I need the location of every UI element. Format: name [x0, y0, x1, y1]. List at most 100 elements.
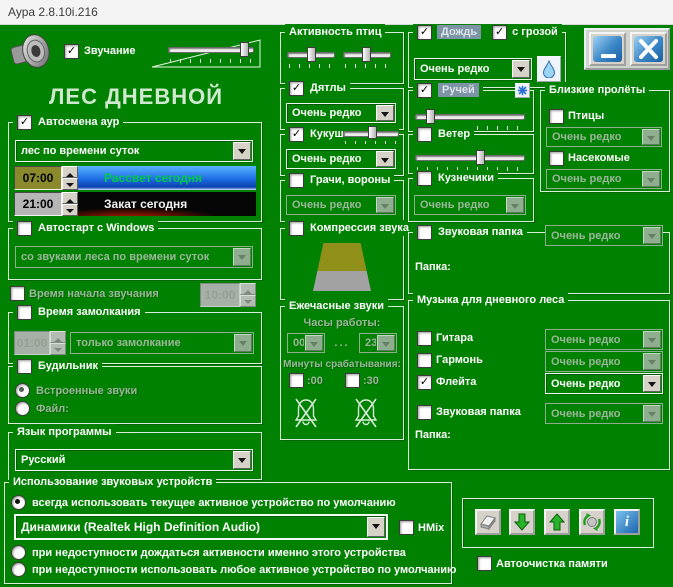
- woodpeckers-frequency-select[interactable]: Очень редко: [286, 103, 396, 123]
- grasshoppers-label: Кузнечики: [438, 172, 495, 184]
- compression-checkbox[interactable]: ✓: [289, 220, 304, 236]
- harmonica-checkbox[interactable]: ✓: [417, 353, 432, 368]
- chevron-down-icon: [642, 171, 660, 187]
- volume-slider[interactable]: [168, 42, 254, 64]
- slider-thumb[interactable]: [368, 126, 378, 139]
- silence-mode-value: только замолкание: [76, 337, 181, 349]
- cuckoos-checkbox[interactable]: ✓: [289, 126, 304, 142]
- speaker-icon: [8, 30, 56, 77]
- cuckoos-volume-slider[interactable]: [343, 126, 399, 144]
- group-alarm: ✓ Будильник Встроенные звуки Файл:: [8, 358, 262, 424]
- spin-down-icon[interactable]: [62, 204, 78, 216]
- insects-frequency-select: Очень редко: [546, 169, 662, 189]
- rooks-frequency-select: Очень редко: [286, 195, 396, 215]
- info-icon: i: [624, 513, 630, 530]
- spin-down-icon: [50, 343, 66, 355]
- close-button[interactable]: [630, 32, 667, 66]
- spin-up-icon[interactable]: [62, 166, 78, 178]
- titlebar: Аура 2.8.10i.216: [0, 0, 673, 25]
- alarm-builtin-label: Встроенные звуки: [36, 384, 138, 397]
- guitar-frequency-value: Очень редко: [551, 333, 621, 346]
- language-select[interactable]: Русский: [15, 449, 253, 471]
- rain-checkbox[interactable]: ✓: [417, 24, 432, 40]
- chevron-down-icon[interactable]: [643, 375, 661, 392]
- cuckoos-frequency-value: Очень редко: [292, 153, 362, 165]
- autoswitch-mode-select[interactable]: лес по времени суток: [15, 140, 253, 162]
- wind-checkbox[interactable]: ✓: [417, 126, 432, 142]
- music-folder-frequency-select: Очень редко: [545, 403, 663, 424]
- rain-frequency-select[interactable]: Очень редко: [414, 58, 532, 80]
- bird-activity-slider-1[interactable]: [287, 47, 335, 69]
- alarm-checkbox[interactable]: ✓: [17, 358, 32, 374]
- stream-settings-button[interactable]: [515, 83, 530, 98]
- device-select[interactable]: Динамики (Realtek High Definition Audio): [14, 514, 388, 540]
- group-hourly: Ежечасные звуки Часы работы: 00 ... 23 М…: [280, 298, 404, 440]
- chevron-down-icon[interactable]: [376, 151, 394, 167]
- harmonica-frequency-value: Очень редко: [551, 355, 621, 368]
- key-button[interactable]: [475, 509, 501, 535]
- chevron-down-icon[interactable]: [233, 451, 251, 469]
- chevron-down-icon[interactable]: [376, 105, 394, 121]
- rooks-checkbox[interactable]: ✓: [289, 172, 304, 188]
- autoclean-checkbox[interactable]: ✓: [477, 556, 492, 571]
- device-wait-radio[interactable]: [11, 545, 26, 560]
- device-always-radio[interactable]: [11, 495, 26, 510]
- chevron-down-icon[interactable]: [512, 60, 530, 78]
- water-drop-icon: [542, 60, 556, 78]
- window-buttons-panel: [584, 28, 670, 70]
- refresh-button[interactable]: [579, 509, 605, 535]
- volume-slider-thumb[interactable]: [240, 42, 250, 57]
- chevron-down-icon[interactable]: [367, 517, 385, 537]
- guitar-frequency-select: Очень редко: [545, 329, 663, 350]
- flyby-birds-checkbox[interactable]: ✓: [549, 109, 564, 124]
- autoswitch-checkbox[interactable]: ✓: [17, 114, 32, 130]
- export-button[interactable]: [544, 509, 570, 535]
- cuckoos-frequency-select[interactable]: Очень редко: [286, 149, 396, 169]
- grasshoppers-checkbox[interactable]: ✓: [417, 170, 432, 186]
- spin-up-icon[interactable]: [62, 192, 78, 204]
- compression-indicator: [313, 243, 371, 291]
- alarm-builtin-radio[interactable]: [15, 383, 30, 398]
- minimize-button[interactable]: [589, 32, 626, 66]
- check-icon: ✓: [419, 25, 430, 38]
- hmix-checkbox[interactable]: ✓: [399, 520, 414, 535]
- import-button[interactable]: [509, 509, 535, 535]
- hour-from-select: 00: [287, 333, 325, 353]
- minute-30-checkbox[interactable]: ✓: [345, 373, 360, 388]
- flute-checkbox[interactable]: ✓: [417, 375, 432, 390]
- bird-activity-slider-2[interactable]: [343, 47, 391, 69]
- insects-checkbox[interactable]: ✓: [549, 151, 564, 166]
- stream-label: Ручей: [438, 83, 479, 97]
- chevron-down-icon[interactable]: [233, 142, 251, 160]
- device-any-radio[interactable]: [11, 562, 26, 577]
- silence-checkbox[interactable]: ✓: [17, 304, 32, 320]
- woodpeckers-checkbox[interactable]: ✓: [289, 80, 304, 96]
- flute-label: Флейта: [436, 376, 477, 388]
- alarm-file-radio[interactable]: [15, 401, 30, 416]
- start-time-checkbox[interactable]: ✓: [10, 286, 25, 301]
- flute-frequency-select[interactable]: Очень редко: [545, 373, 663, 394]
- sound-folder-checkbox[interactable]: ✓: [417, 224, 432, 240]
- sound-checkbox[interactable]: ✓: [64, 44, 79, 59]
- guitar-checkbox[interactable]: ✓: [417, 331, 432, 346]
- language-value: Русский: [21, 454, 66, 466]
- sunrise-time-spinner[interactable]: 07:00: [14, 166, 78, 190]
- bird-activity-title: Активность птиц: [289, 26, 382, 38]
- sunset-time-spinner[interactable]: 21:00: [14, 192, 78, 216]
- minute-00-checkbox[interactable]: ✓: [289, 373, 304, 388]
- stream-checkbox[interactable]: ✓: [417, 82, 432, 98]
- wind-volume-slider[interactable]: [415, 150, 525, 172]
- slider-thumb[interactable]: [426, 109, 435, 124]
- rain-sound-button[interactable]: [537, 56, 561, 82]
- info-button[interactable]: i: [614, 509, 640, 535]
- slider-thumb[interactable]: [307, 47, 317, 62]
- thunder-checkbox[interactable]: ✓: [492, 24, 508, 40]
- spin-down-icon[interactable]: [62, 178, 78, 190]
- slider-track[interactable]: [415, 155, 525, 161]
- slider-thumb[interactable]: [362, 47, 372, 62]
- alarm-file-row: Файл:: [15, 401, 69, 416]
- window-title: Аура 2.8.10i.216: [8, 5, 98, 19]
- autostart-checkbox[interactable]: ✓: [17, 220, 32, 236]
- music-folder-checkbox[interactable]: ✓: [417, 405, 432, 420]
- slider-thumb[interactable]: [475, 150, 485, 165]
